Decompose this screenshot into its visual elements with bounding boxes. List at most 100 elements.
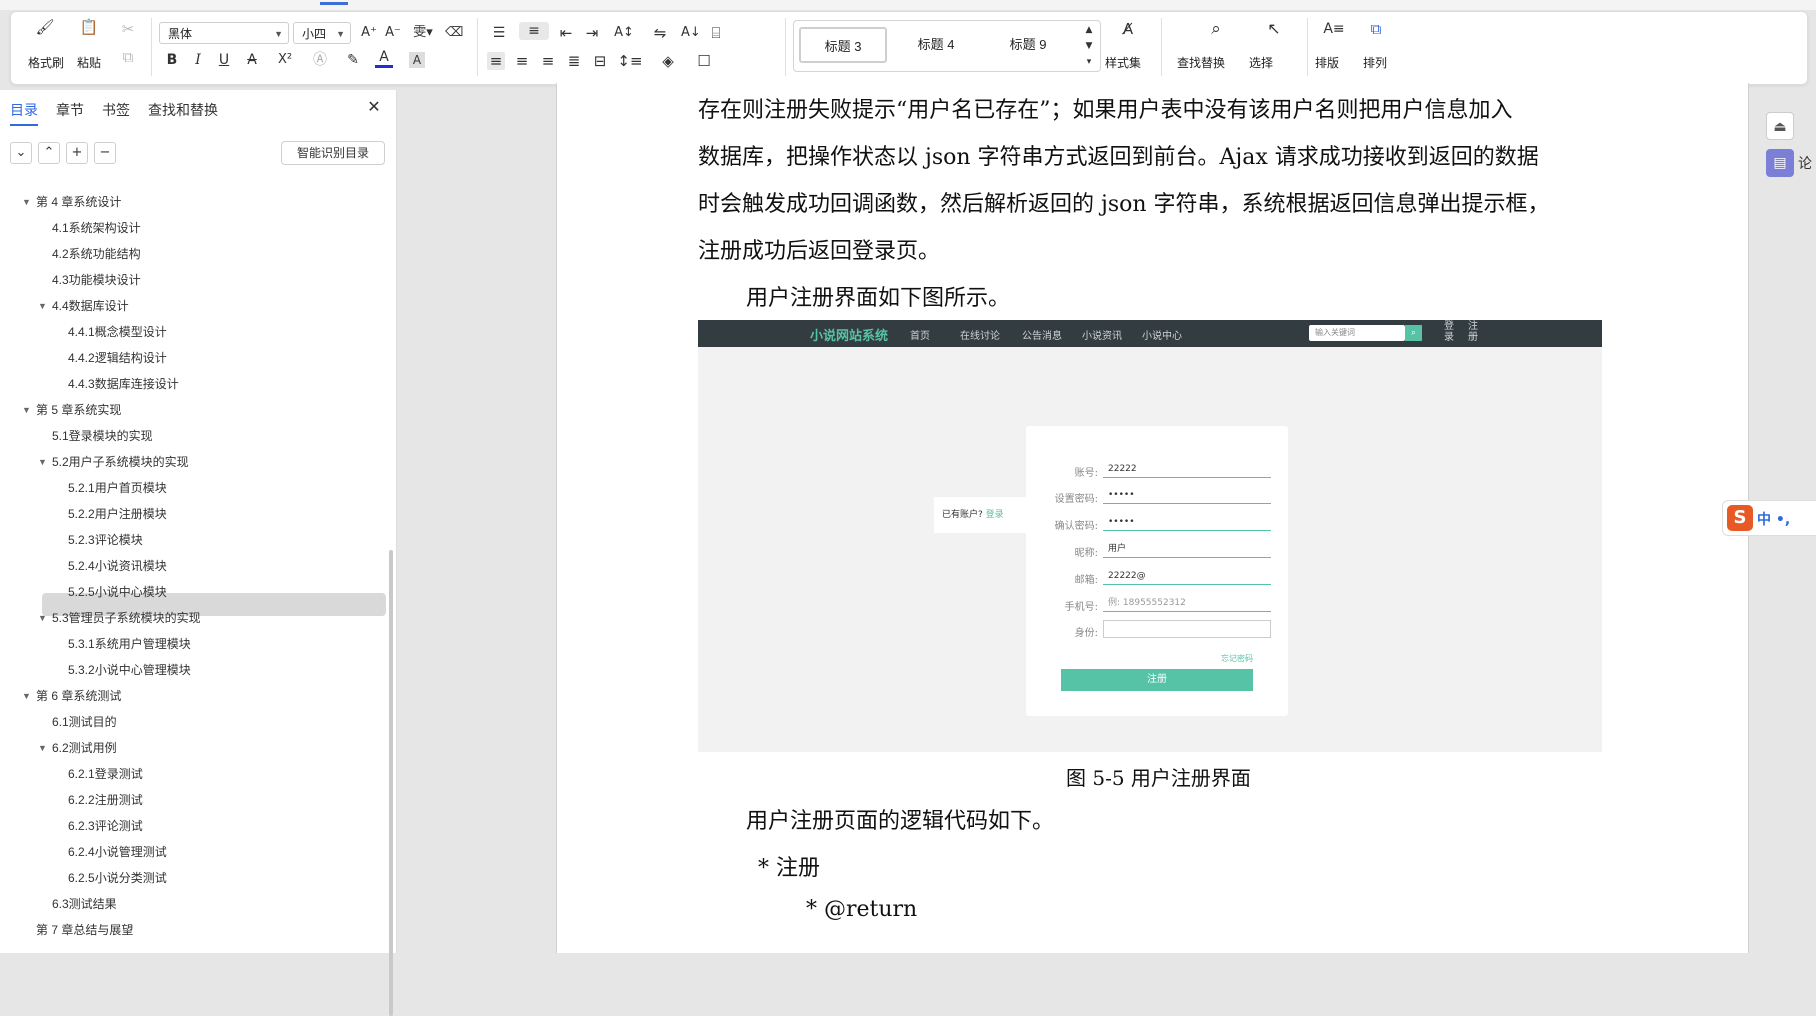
expand-toggle-icon[interactable]: ▼: [22, 684, 31, 708]
style-set-label[interactable]: 样式集: [1105, 54, 1141, 71]
toc-item-label: 第 7 章总结与展望: [36, 923, 134, 937]
clear-format-icon[interactable]: ⌫: [445, 24, 463, 42]
expand-up-button[interactable]: ⌃: [38, 142, 60, 164]
figure-label: 确认密码:: [1054, 521, 1098, 532]
font-size-select[interactable]: 小四 ▼: [293, 22, 351, 44]
ime-toolbar[interactable]: S 中 •,: [1722, 500, 1816, 536]
active-tab-indicator: [320, 2, 348, 5]
layout-label[interactable]: 排版: [1315, 54, 1339, 71]
italic-button[interactable]: I: [191, 51, 205, 69]
figure-has-account: 已有账户? 登录: [934, 497, 1026, 533]
bullet-list-icon[interactable]: ☰: [487, 24, 511, 42]
ime-mode-label: 中 •,: [1757, 512, 1791, 528]
remove-heading-button[interactable]: −: [94, 142, 116, 164]
shading-icon[interactable]: ◈: [655, 52, 681, 70]
toc-item-label: 5.1登录模块的实现: [52, 429, 153, 443]
expand-toggle-icon[interactable]: ▼: [22, 190, 31, 214]
expand-toggle-icon[interactable]: ▼: [38, 606, 47, 630]
add-heading-button[interactable]: +: [66, 142, 88, 164]
align-center-icon[interactable]: ≡: [513, 52, 531, 70]
cut-icon[interactable]: ✂: [119, 20, 137, 38]
style-set-icon[interactable]: A̸: [1115, 20, 1141, 38]
figure-label: 账号:: [1074, 468, 1098, 479]
ribbon-toolbar: 🖌 格式刷 📋 粘贴 ✂ ⧉ 黑体 ▼ 小四 ▼ A⁺ A⁻ 雯▾ ⌫ B I U …: [10, 11, 1808, 85]
underline-button[interactable]: U: [215, 51, 233, 69]
figure-input: 22222@: [1103, 567, 1271, 585]
style-heading-3[interactable]: 标题 3: [799, 27, 887, 63]
distributed-icon[interactable]: ⊟: [591, 52, 609, 70]
copy-icon[interactable]: ⧉: [119, 48, 137, 66]
justify-icon[interactable]: ≣: [565, 52, 583, 70]
shrink-font-icon[interactable]: A⁻: [385, 24, 401, 42]
expand-toggle-icon[interactable]: ▼: [22, 398, 31, 422]
tab-bookmarks[interactable]: 书签: [102, 100, 130, 120]
format-painter-label[interactable]: 格式刷: [28, 54, 64, 71]
gallery-more-icon[interactable]: ▾: [1082, 55, 1096, 69]
increase-indent-icon[interactable]: ⇥: [583, 24, 601, 42]
select-cursor-icon[interactable]: ↖: [1261, 20, 1287, 38]
sidebar-scrollbar[interactable]: [389, 550, 393, 1016]
toc-item-label: 6.2.4小说管理测试: [68, 845, 167, 859]
collapse-all-button[interactable]: ⌄: [10, 142, 32, 164]
scroll-up-icon[interactable]: ▲: [1082, 23, 1096, 37]
search-icon[interactable]: ⌕: [1203, 20, 1229, 38]
font-name-select[interactable]: 黑体 ▼: [159, 22, 289, 44]
align-left-icon[interactable]: ≡: [487, 52, 505, 70]
style-heading-9[interactable]: 标题 9: [984, 27, 1072, 63]
window-top-strip: [0, 0, 1816, 10]
figure-nav-item: 公告消息: [1022, 331, 1062, 342]
toc-item-label: 5.2.1用户首页模块: [68, 481, 167, 495]
text-direction-icon[interactable]: A↕: [611, 24, 637, 42]
figure-login-link: 登录: [985, 510, 1004, 520]
grow-font-icon[interactable]: A⁺: [361, 24, 377, 42]
expand-toggle-icon[interactable]: ▼: [38, 450, 47, 474]
close-icon[interactable]: ✕: [364, 98, 384, 116]
align-right-icon[interactable]: ≡: [539, 52, 557, 70]
paste-icon[interactable]: 📋: [77, 18, 101, 36]
character-shading-button[interactable]: A: [409, 52, 425, 68]
phonetic-guide-icon[interactable]: 雯▾: [409, 24, 437, 42]
tab-find-replace[interactable]: 查找和替换: [148, 100, 218, 120]
toc-item-label: 5.2用户子系统模块的实现: [52, 455, 189, 469]
scroll-top-icon[interactable]: ⏏: [1766, 112, 1794, 140]
side-panel-label[interactable]: 论: [1798, 153, 1812, 173]
arrange-label[interactable]: 排列: [1363, 54, 1387, 71]
sort-icon[interactable]: A↓: [681, 24, 701, 42]
separator: [785, 18, 786, 76]
text-effect-icon[interactable]: Ⓐ: [311, 51, 329, 69]
chevron-down-icon: ▼: [336, 29, 345, 39]
decrease-indent-icon[interactable]: ⇤: [557, 24, 575, 42]
code-line: * 注册: [758, 856, 820, 881]
figure-label: 昵称:: [1074, 548, 1098, 559]
expand-toggle-icon[interactable]: ▼: [38, 294, 47, 318]
numbered-list-icon[interactable]: ≡: [519, 22, 549, 40]
layout-icon[interactable]: A≡: [1321, 20, 1347, 38]
scroll-down-icon[interactable]: ▼: [1082, 39, 1096, 53]
select-label[interactable]: 选择: [1249, 54, 1273, 71]
style-heading-4[interactable]: 标题 4: [892, 27, 980, 63]
superscript-button[interactable]: X²: [273, 51, 297, 69]
tab-toc[interactable]: 目录: [10, 100, 38, 120]
font-color-button[interactable]: A: [375, 49, 393, 68]
figure-login: 登录: [1444, 321, 1454, 343]
bold-button[interactable]: B: [165, 51, 179, 69]
borders-icon[interactable]: ☐: [691, 52, 717, 70]
figure-nav-item: 小说资讯: [1082, 331, 1122, 342]
expand-toggle-icon[interactable]: ▼: [38, 736, 47, 760]
change-case-icon[interactable]: ⇋: [647, 24, 673, 42]
strikethrough-button[interactable]: A: [243, 51, 261, 69]
toc-item-label: 6.2.3评论测试: [68, 819, 143, 833]
show-marks-icon[interactable]: ⌸: [707, 24, 725, 42]
arrange-icon[interactable]: ⧉: [1363, 20, 1389, 38]
separator: [1161, 18, 1162, 76]
highlight-icon[interactable]: ✎: [341, 51, 365, 69]
find-replace-label[interactable]: 查找替换: [1177, 54, 1225, 71]
paste-label[interactable]: 粘贴: [77, 54, 101, 71]
side-panel-icon[interactable]: ▤: [1766, 149, 1794, 177]
smart-toc-button[interactable]: 智能识别目录: [281, 141, 385, 165]
format-painter-icon[interactable]: 🖌: [33, 18, 57, 36]
figure-input: •••••: [1103, 513, 1271, 531]
line-spacing-icon[interactable]: ↕≡: [617, 52, 643, 70]
tab-chapters[interactable]: 章节: [56, 100, 84, 120]
figure-register: 注册: [1468, 321, 1478, 343]
